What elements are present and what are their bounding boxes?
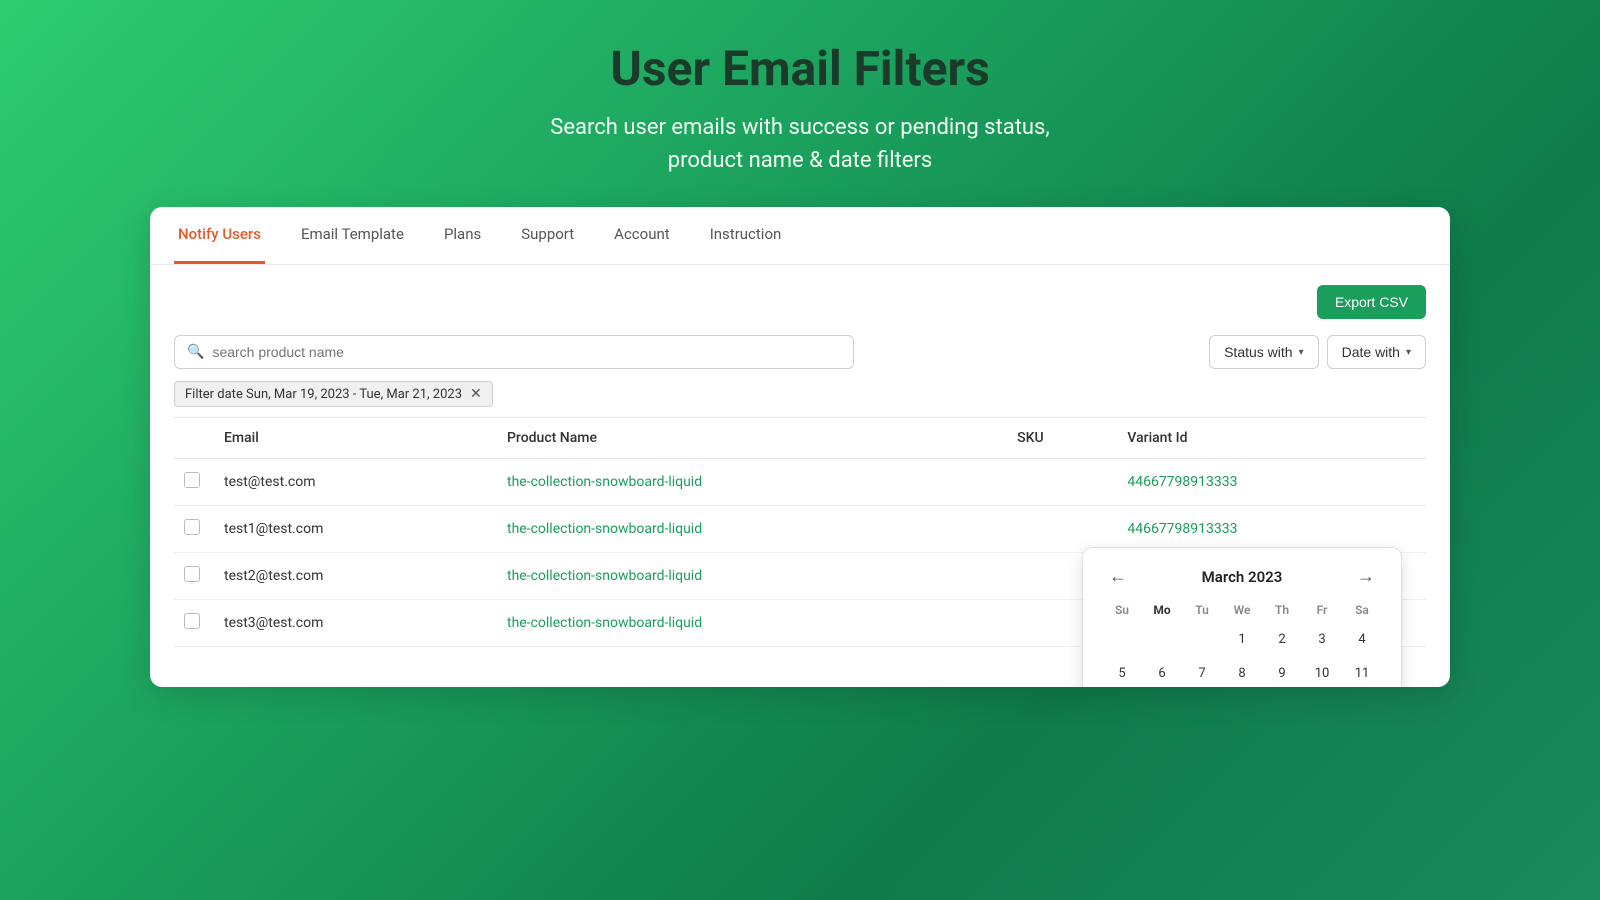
close-filter-icon[interactable]: ✕	[470, 386, 482, 402]
calendar-day-3[interactable]: 3	[1306, 623, 1338, 655]
calendar-day-4[interactable]: 4	[1346, 623, 1378, 655]
col-variant-id: Variant Id	[1117, 418, 1426, 459]
main-layout: Email Product Name SKU Variant Id test@t…	[174, 417, 1426, 647]
hero-section: User Email Filters Search user emails wi…	[550, 40, 1049, 177]
search-icon: 🔍	[187, 344, 204, 360]
col-email: Email	[214, 418, 497, 459]
table-row: test1@test.com the-collection-snowboard-…	[174, 506, 1426, 553]
nav-item-account[interactable]: Account	[610, 207, 674, 264]
calendar-day-2[interactable]: 2	[1266, 623, 1298, 655]
calendar-day-9[interactable]: 9	[1266, 657, 1298, 687]
calendar-dow-fr: Fr	[1303, 599, 1341, 621]
hero-subtitle: Search user emails with success or pendi…	[550, 111, 1049, 177]
sku-cell	[1007, 506, 1117, 553]
top-bar: Export CSV	[174, 285, 1426, 319]
table-row: test@test.com the-collection-snowboard-l…	[174, 459, 1426, 506]
variant-id-cell: 44667798913333	[1117, 506, 1426, 553]
nav-item-support[interactable]: Support	[517, 207, 578, 264]
calendar-day-6[interactable]: 6	[1146, 657, 1178, 687]
chevron-down-icon: ▾	[1406, 347, 1411, 358]
email-cell: test@test.com	[214, 459, 497, 506]
calendar-day-8[interactable]: 8	[1226, 657, 1258, 687]
email-cell: test1@test.com	[214, 506, 497, 553]
nav-item-instruction[interactable]: Instruction	[706, 207, 786, 264]
calendar-day-10[interactable]: 10	[1306, 657, 1338, 687]
checkbox[interactable]	[184, 472, 200, 488]
checkbox[interactable]	[184, 613, 200, 629]
calendar-header: ← March 2023 →	[1103, 564, 1381, 589]
nav-item-email-template[interactable]: Email Template	[297, 207, 408, 264]
page-title: User Email Filters	[550, 40, 1049, 97]
nav-item-notify-users[interactable]: Notify Users	[174, 207, 265, 264]
calendar-dow-tu: Tu	[1183, 599, 1221, 621]
row-checkbox-cell[interactable]	[174, 459, 214, 506]
calendar-day-empty	[1186, 623, 1218, 655]
variant-id-cell: 44667798913333	[1117, 459, 1426, 506]
calendar-day-5[interactable]: 5	[1106, 657, 1138, 687]
nav-item-plans[interactable]: Plans	[440, 207, 485, 264]
active-filter-tag: Filter date Sun, Mar 19, 2023 - Tue, Mar…	[174, 381, 493, 407]
product-cell[interactable]: the-collection-snowboard-liquid	[497, 600, 1007, 647]
col-checkbox	[174, 418, 214, 459]
calendar-day-empty	[1106, 623, 1138, 655]
filter-tag-text: Filter date Sun, Mar 19, 2023 - Tue, Mar…	[185, 387, 462, 402]
col-product-name: Product Name	[497, 418, 1007, 459]
search-box: 🔍	[174, 335, 854, 369]
row-checkbox-cell[interactable]	[174, 506, 214, 553]
checkbox[interactable]	[184, 566, 200, 582]
calendar-next-button[interactable]: →	[1351, 564, 1381, 589]
col-sku: SKU	[1007, 418, 1117, 459]
sku-cell	[1007, 459, 1117, 506]
calendar-day-11[interactable]: 11	[1346, 657, 1378, 687]
row-checkbox-cell[interactable]	[174, 600, 214, 647]
checkbox[interactable]	[184, 519, 200, 535]
row-checkbox-cell[interactable]	[174, 553, 214, 600]
search-input[interactable]	[212, 344, 841, 360]
email-cell: test2@test.com	[214, 553, 497, 600]
calendar-dow-su: Su	[1103, 599, 1141, 621]
main-nav: Notify Users Email Template Plans Suppor…	[150, 207, 1450, 265]
export-csv-button[interactable]: Export CSV	[1317, 285, 1426, 319]
calendar-grid: SuMoTuWeThFrSa12345678910111213141516171…	[1103, 599, 1381, 687]
status-filter-button[interactable]: Status with ▾	[1209, 335, 1319, 369]
calendar-day-1[interactable]: 1	[1226, 623, 1258, 655]
calendar-dow-we: We	[1223, 599, 1261, 621]
chevron-down-icon: ▾	[1299, 347, 1304, 358]
product-cell[interactable]: the-collection-snowboard-liquid	[497, 506, 1007, 553]
product-cell[interactable]: the-collection-snowboard-liquid	[497, 459, 1007, 506]
calendar-dow-mo: Mo	[1143, 599, 1181, 621]
calendar-day-7[interactable]: 7	[1186, 657, 1218, 687]
filter-buttons: Status with ▾ Date with ▾	[1209, 335, 1426, 369]
content-area: Export CSV 🔍 Status with ▾ Date with ▾ F	[150, 265, 1450, 667]
table-header-row: Email Product Name SKU Variant Id	[174, 418, 1426, 459]
calendar-panel: ← March 2023 → SuMoTuWeThFrSa 1234 56789 10…	[1082, 547, 1402, 687]
date-filter-button[interactable]: Date with ▾	[1327, 335, 1426, 369]
filter-row: 🔍 Status with ▾ Date with ▾	[174, 335, 1426, 369]
email-cell: test3@test.com	[214, 600, 497, 647]
calendar-dow-th: Th	[1263, 599, 1301, 621]
calendar-title: March 2023	[1202, 568, 1283, 586]
calendar-day-empty	[1146, 623, 1178, 655]
calendar-dow-sa: Sa	[1343, 599, 1381, 621]
main-card: Notify Users Email Template Plans Suppor…	[150, 207, 1450, 687]
product-cell[interactable]: the-collection-snowboard-liquid	[497, 553, 1007, 600]
calendar-prev-button[interactable]: ←	[1103, 564, 1133, 589]
